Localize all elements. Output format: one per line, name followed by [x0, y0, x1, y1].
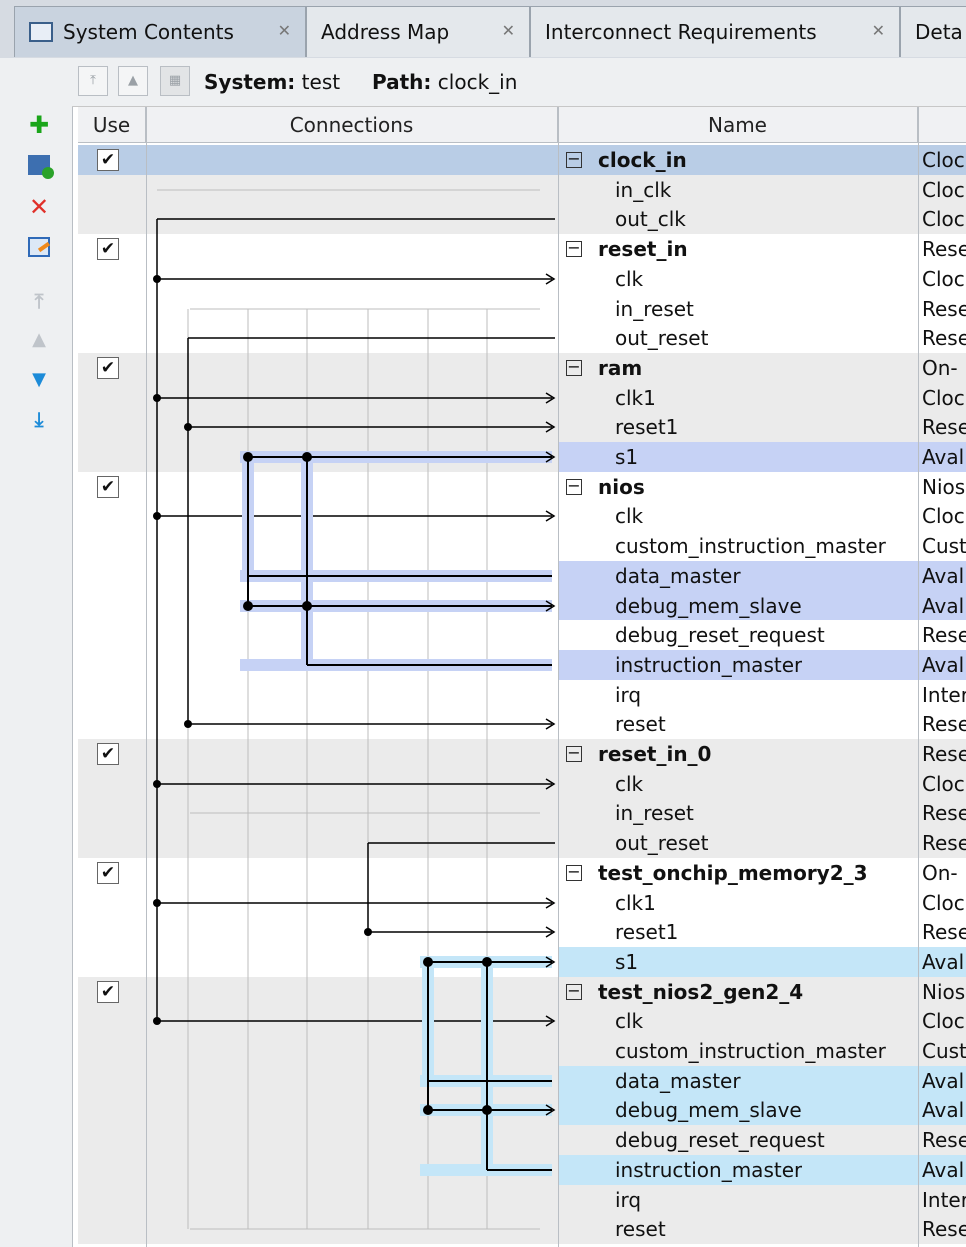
connection-dot[interactable]	[243, 452, 253, 462]
connection-dot[interactable]	[153, 275, 161, 283]
connection-dot[interactable]	[153, 394, 161, 402]
connection-dot[interactable]	[184, 720, 192, 728]
connection-dot[interactable]	[153, 1017, 161, 1025]
connection-dot[interactable]	[302, 601, 312, 611]
connection-dot[interactable]	[423, 1105, 433, 1115]
connection-dot[interactable]	[482, 957, 492, 967]
connection-dot[interactable]	[364, 928, 372, 936]
connection-dot[interactable]	[302, 452, 312, 462]
connection-dot[interactable]	[153, 780, 161, 788]
connection-dot[interactable]	[243, 601, 253, 611]
connection-graph[interactable]	[0, 0, 966, 1247]
connection-dot[interactable]	[423, 957, 433, 967]
connection-dot[interactable]	[184, 423, 192, 431]
connection-dot[interactable]	[482, 1105, 492, 1115]
connection-dot[interactable]	[153, 899, 161, 907]
connection-dot[interactable]	[153, 512, 161, 520]
